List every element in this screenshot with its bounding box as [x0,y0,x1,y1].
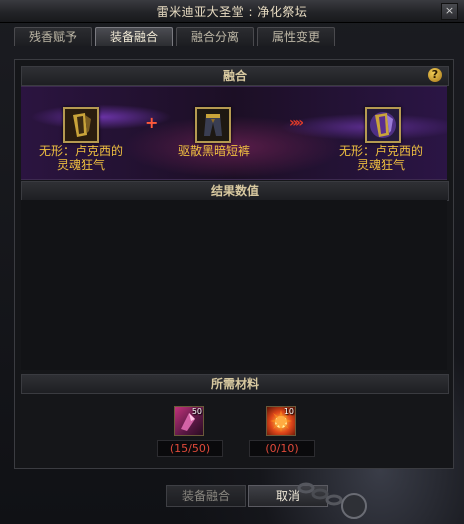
tab-attribute-change[interactable]: 属性变更 [257,27,335,46]
fusion-material-slot[interactable] [195,107,231,143]
tab-scent-grant[interactable]: 残香赋予 [14,27,92,46]
close-button[interactable]: × [441,3,458,20]
results-header: 结果数值 [21,181,449,201]
window-title: 雷米迪亚大圣堂 : 净化祭坛 [156,5,308,19]
help-icon[interactable]: ? [428,68,442,82]
fusion-area: 无形：卢克西的灵魂狂气 + 驱散黑暗短裤 »» 无形：卢克西的灵魂狂气 [21,86,447,180]
fusion-source-slot[interactable] [63,107,99,143]
tab-bar: 残香赋予 装备融合 融合分离 属性变更 [14,27,335,47]
gauntlet-glow-icon [367,109,399,141]
material-count: (15/50) [157,440,223,457]
material-slot[interactable]: 10 [266,406,296,436]
fusion-header-label: 融合 [222,69,247,83]
plus-icon: + [145,113,159,132]
material-count: (0/10) [249,440,315,457]
fusion-header: 融合 ? [21,66,449,86]
material-slot[interactable]: 50 [174,406,204,436]
materials-header-label: 所需材料 [210,377,259,391]
tab-equipment-fusion[interactable]: 装备融合 [95,27,173,46]
fuse-button[interactable]: 装备融合 [166,485,246,507]
fusion-window: 雷米迪亚大圣堂 : 净化祭坛 × 残香赋予 装备融合 融合分离 属性变更 融合 … [0,0,464,524]
chain-decoration [297,482,367,519]
tab-fusion-separate[interactable]: 融合分离 [176,27,254,46]
pants-icon [197,109,229,141]
fusion-source-name: 无形：卢克西的灵魂狂气 [38,144,123,172]
fusion-result-slot[interactable] [365,107,401,143]
material-badge: 50 [191,407,202,416]
results-area [21,200,447,370]
materials-header: 所需材料 [21,374,449,394]
arrow-right-icon: »» [289,115,304,131]
fusion-material-name: 驱散黑暗短裤 [177,144,250,158]
results-header-label: 结果数值 [210,184,259,198]
materials-area: 50 (15/50) 10 (0/10) [21,394,447,464]
material-badge: 10 [283,407,294,416]
fusion-panel: 融合 ? 无形：卢克西的灵魂狂气 + 驱散黑暗短裤 »» 无形：卢克西的灵魂狂气… [14,59,454,469]
gauntlet-icon [65,109,97,141]
fusion-result-name: 无形：卢克西的灵魂狂气 [338,144,423,172]
title-bar[interactable]: 雷米迪亚大圣堂 : 净化祭坛 × [0,0,464,23]
